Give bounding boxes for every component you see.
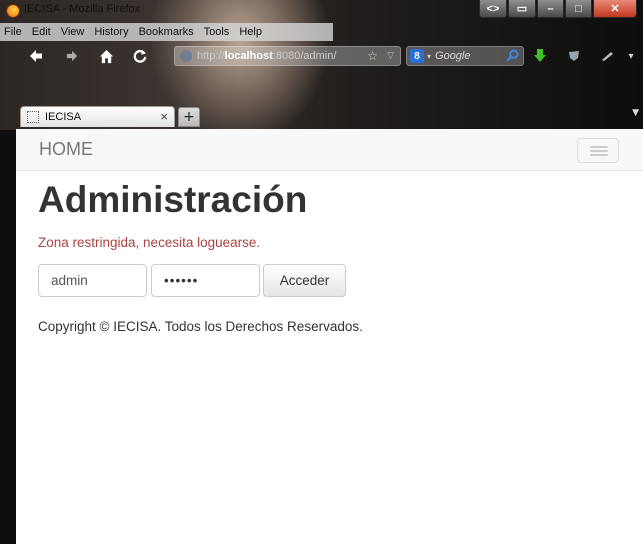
menu-bookmarks[interactable]: Bookmarks: [139, 26, 194, 38]
password-input[interactable]: ••••••: [151, 264, 260, 297]
navbar-brand[interactable]: HOME: [39, 139, 93, 160]
menu-view[interactable]: View: [61, 26, 85, 38]
url-rest: :8080/admin/: [272, 50, 337, 62]
minimize-button[interactable]: –: [537, 0, 564, 18]
code-icon[interactable]: <>: [479, 0, 507, 18]
url-prefix: http://: [197, 50, 225, 62]
tab-label: IECISA: [45, 111, 82, 123]
forward-icon[interactable]: [62, 46, 82, 66]
tab-iecisa[interactable]: IECISA ×: [20, 106, 175, 127]
menu-edit[interactable]: Edit: [32, 26, 51, 38]
engine-dropdown-icon[interactable]: ▾: [427, 52, 431, 61]
search-placeholder: Google: [435, 50, 471, 62]
url-host: localhost: [224, 50, 273, 62]
search-engine-icon[interactable]: 8: [410, 49, 424, 63]
window-controls: <> ▭ – □ ✕: [479, 0, 637, 18]
close-tab-icon[interactable]: ×: [160, 109, 168, 124]
reload-icon[interactable]: [130, 46, 150, 66]
new-tab-button[interactable]: +: [178, 107, 200, 127]
browser-chrome: IECISA - Mozilla Firefox <> ▭ – □ ✕ File…: [0, 0, 643, 130]
hamburger-icon: [590, 146, 608, 148]
menu-tools[interactable]: Tools: [204, 26, 230, 38]
addon-icon[interactable]: [564, 46, 584, 66]
restore-tab-icon[interactable]: ▭: [508, 0, 536, 18]
site-identity-icon[interactable]: [180, 50, 192, 62]
password-value: ••••••: [164, 273, 199, 288]
search-icon[interactable]: [506, 49, 519, 65]
window-title: IECISA - Mozilla Firefox: [24, 3, 141, 15]
username-input[interactable]: admin: [38, 264, 147, 297]
url-bar[interactable]: http://localhost:8080/admin/ ☆ ▽: [174, 46, 401, 66]
login-required-alert: Zona restringida, necesita loguearse.: [38, 235, 261, 250]
back-icon[interactable]: [26, 46, 46, 66]
navbar-toggle-button[interactable]: [577, 138, 619, 163]
menu-icon[interactable]: ▾: [624, 46, 638, 66]
download-icon[interactable]: [530, 46, 550, 66]
url-dropdown-icon[interactable]: ▽: [387, 50, 394, 61]
favicon-icon: [27, 111, 39, 123]
pen-icon[interactable]: [598, 46, 618, 66]
menu-help[interactable]: Help: [239, 26, 262, 38]
username-value: admin: [51, 273, 88, 288]
page-title: Administración: [38, 179, 308, 220]
login-submit-button[interactable]: Acceder: [263, 264, 346, 297]
hamburger-bar: [590, 150, 608, 152]
copyright-footer: Copyright © IECISA. Todos los Derechos R…: [38, 319, 363, 334]
close-window-button[interactable]: ✕: [593, 0, 637, 18]
maximize-button[interactable]: □: [565, 0, 592, 18]
site-navbar: HOME: [16, 129, 643, 171]
hamburger-bar: [590, 154, 608, 156]
star-icon[interactable]: ☆: [367, 49, 378, 63]
tab-list-icon[interactable]: ▼: [632, 108, 639, 118]
page-content: HOME Administración Zona restringida, ne…: [16, 129, 643, 544]
home-icon[interactable]: [96, 46, 116, 66]
firefox-logo-icon: [6, 4, 20, 18]
menu-history[interactable]: History: [94, 26, 128, 38]
menu-file[interactable]: File: [4, 26, 22, 38]
menu-bar: File Edit View History Bookmarks Tools H…: [0, 23, 333, 41]
title-bar: IECISA - Mozilla Firefox <> ▭ – □ ✕: [0, 0, 643, 22]
search-bar[interactable]: 8 ▾ Google: [406, 46, 524, 66]
